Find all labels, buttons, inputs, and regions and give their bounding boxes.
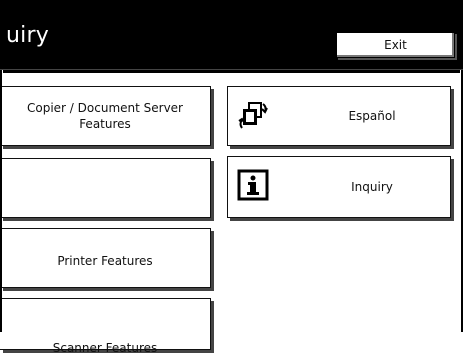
screen-left-edge — [0, 70, 2, 332]
scanner-features-label: Scanner Features — [52, 341, 158, 355]
scanner-features-button[interactable]: Scanner Features — [0, 298, 211, 355]
info-icon — [237, 169, 269, 201]
exit-button[interactable]: Exit — [336, 32, 455, 58]
printer-features-button[interactable]: Printer Features — [0, 228, 211, 288]
copier-document-server-features-label: Copier / Document Server Features — [27, 101, 183, 131]
espanol-button[interactable]: Español — [227, 86, 451, 146]
title-bar: uiry Exit — [0, 0, 463, 70]
page-title: uiry — [6, 23, 49, 48]
header-divider — [3, 70, 460, 73]
inquiry-label: Inquiry — [351, 180, 393, 194]
language-switch-icon — [238, 102, 268, 129]
printer-features-label: Printer Features — [57, 254, 153, 268]
copier-document-server-features-button[interactable]: Copier / Document Server Features — [0, 86, 211, 146]
espanol-label: Español — [348, 109, 396, 123]
inquiry-button[interactable]: Inquiry — [227, 156, 451, 218]
fax-features-button[interactable] — [0, 158, 211, 218]
